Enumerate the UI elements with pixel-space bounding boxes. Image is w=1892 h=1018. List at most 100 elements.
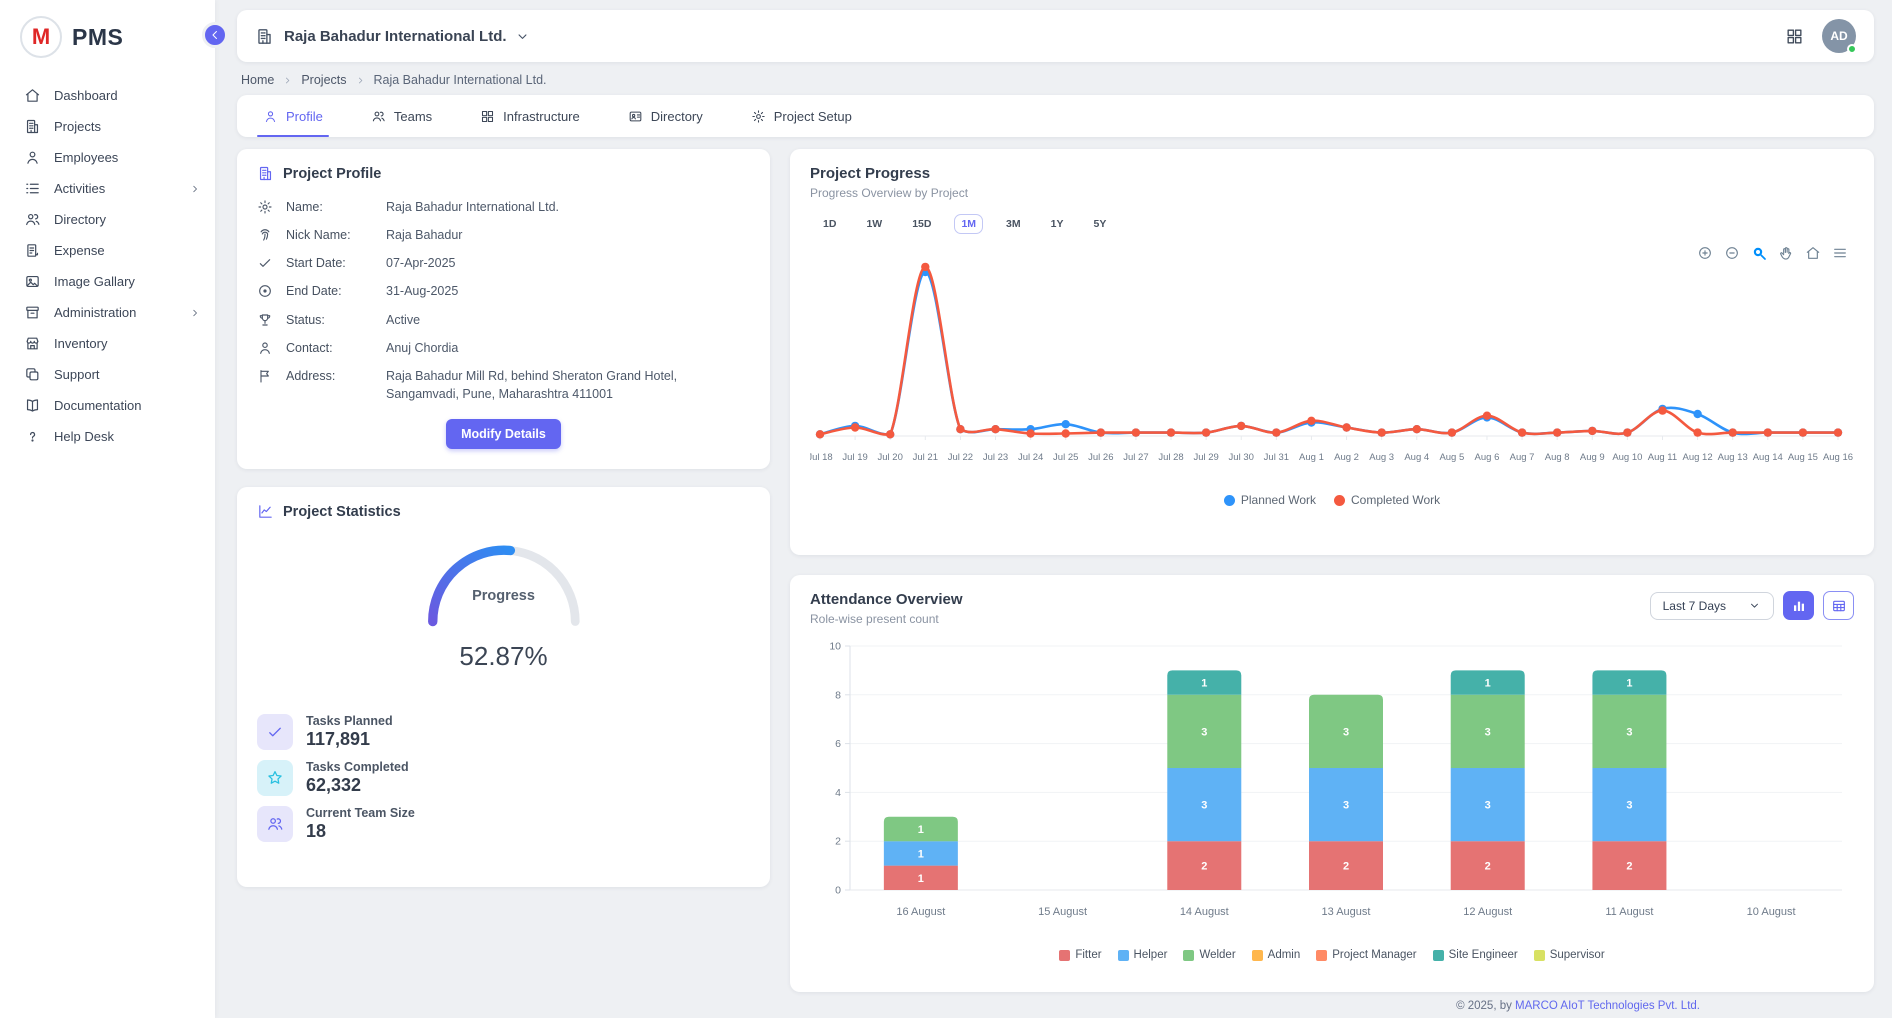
legend-marker: [1059, 950, 1070, 961]
gauge-label: Progress: [416, 588, 592, 604]
legend-label: Fitter: [1075, 949, 1101, 961]
sidebar-collapse-button[interactable]: [202, 22, 228, 48]
sidebar-item-inventory[interactable]: Inventory: [0, 328, 215, 359]
legend-completed-work[interactable]: Completed Work: [1334, 493, 1440, 507]
sidebar-nav: DashboardProjectsEmployees Activities Dire…: [0, 72, 215, 460]
apps-grid-icon[interactable]: [1785, 27, 1804, 46]
breadcrumb: Home Projects Raja Bahadur International L…: [237, 62, 1874, 95]
legend-planned-work[interactable]: Planned Work: [1224, 493, 1316, 507]
range-button-3m[interactable]: 3M: [999, 214, 1028, 234]
svg-text:Aug 11: Aug 11: [1648, 452, 1677, 463]
svg-text:Aug 16: Aug 16: [1823, 452, 1853, 463]
home-icon: [24, 87, 41, 104]
legend-project-manager[interactable]: Project Manager: [1316, 949, 1416, 961]
stat-value: 18: [306, 821, 415, 842]
svg-text:3: 3: [1485, 800, 1491, 812]
range-button-5y[interactable]: 5Y: [1086, 214, 1113, 234]
chevron-right-icon: [355, 75, 366, 86]
sidebar-item-support[interactable]: Support: [0, 359, 215, 390]
svg-text:Jul 20: Jul 20: [878, 452, 903, 463]
svg-text:3: 3: [1343, 800, 1349, 812]
profile-field-end-date: End Date:31-Aug-2025: [257, 282, 750, 300]
tab-label: Teams: [394, 109, 432, 124]
chevron-down-icon[interactable]: [515, 29, 530, 44]
gear-icon: [751, 109, 766, 124]
profile-field-address: Address:Raja Bahadur Mill Rd, behind She…: [257, 367, 750, 403]
legend-admin[interactable]: Admin: [1252, 949, 1301, 961]
legend-label: Admin: [1268, 949, 1301, 961]
zoom-in-icon[interactable]: [1697, 245, 1713, 261]
svg-text:Aug 10: Aug 10: [1612, 452, 1642, 463]
svg-text:2: 2: [1201, 861, 1207, 873]
tab-project-setup[interactable]: Project Setup: [751, 95, 852, 137]
app-logo-row: M PMS: [0, 0, 215, 72]
attendance-bar-chart: 024681016 August11115 August14 August233…: [810, 634, 1854, 940]
gauge-arc: [416, 534, 592, 634]
sidebar-item-label: Help Desk: [54, 429, 201, 444]
svg-text:10: 10: [829, 641, 841, 653]
tab-infrastructure[interactable]: Infrastructure: [480, 95, 580, 137]
check-icon: [257, 714, 293, 750]
chevron-right-icon: [189, 183, 201, 195]
table-view-toggle[interactable]: [1823, 591, 1854, 620]
svg-text:3: 3: [1626, 726, 1632, 738]
legend-helper[interactable]: Helper: [1118, 949, 1168, 961]
legend-fitter[interactable]: Fitter: [1059, 949, 1101, 961]
breadcrumb-home[interactable]: Home: [241, 73, 274, 87]
bar-view-toggle[interactable]: [1783, 591, 1814, 620]
svg-text:3: 3: [1201, 726, 1207, 738]
reset-zoom-icon[interactable]: [1805, 245, 1821, 261]
company-switcher-title[interactable]: Raja Bahadur International Ltd.: [284, 28, 507, 45]
sidebar-item-documentation[interactable]: Documentation: [0, 390, 215, 421]
svg-text:Jul 30: Jul 30: [1229, 452, 1254, 463]
top-header-bar: Raja Bahadur International Ltd. AD: [237, 10, 1874, 62]
range-button-1d[interactable]: 1D: [816, 214, 843, 234]
right-column: Project Progress Progress Overview by Pr…: [790, 149, 1874, 992]
svg-text:12 August: 12 August: [1463, 906, 1512, 918]
project-statistics-card: Project Statistics Progress 52.87% Tasks…: [237, 487, 770, 887]
copy-icon: [24, 366, 41, 383]
profile-field-contact: Contact:Anuj Chordia: [257, 339, 750, 357]
tab-profile[interactable]: Profile: [263, 95, 323, 137]
legend-site-engineer[interactable]: Site Engineer: [1433, 949, 1518, 961]
range-button-15d[interactable]: 15D: [905, 214, 938, 234]
sidebar-item-directory[interactable]: Directory: [0, 204, 215, 235]
svg-text:Jul 22: Jul 22: [948, 452, 973, 463]
modify-details-button[interactable]: Modify Details: [446, 419, 561, 449]
zoom-out-icon[interactable]: [1724, 245, 1740, 261]
breadcrumb-raja-bahadur-international-ltd-: Raja Bahadur International Ltd.: [374, 73, 547, 87]
table-grid-icon: [1831, 598, 1847, 614]
tab-directory[interactable]: Directory: [628, 95, 703, 137]
building-icon: [257, 165, 274, 182]
legend-supervisor[interactable]: Supervisor: [1534, 949, 1605, 961]
range-button-1y[interactable]: 1Y: [1044, 214, 1071, 234]
range-button-1m[interactable]: 1M: [954, 214, 983, 234]
sidebar-item-projects[interactable]: Projects: [0, 111, 215, 142]
stat-label: Tasks Completed: [306, 760, 409, 774]
svg-text:3: 3: [1201, 800, 1207, 812]
sidebar-item-label: Support: [54, 367, 201, 382]
profile-fields: Name:Raja Bahadur International Ltd.Nick…: [257, 198, 750, 403]
sidebar-item-dashboard[interactable]: Dashboard: [0, 80, 215, 111]
pan-icon[interactable]: [1778, 245, 1794, 261]
sidebar-item-label: Activities: [54, 181, 176, 196]
sidebar-item-image-gallary[interactable]: Image Gallary: [0, 266, 215, 297]
user-avatar[interactable]: AD: [1822, 19, 1856, 53]
range-button-1w[interactable]: 1W: [859, 214, 889, 234]
sidebar-item-help-desk[interactable]: Help Desk: [0, 421, 215, 452]
legend-welder[interactable]: Welder: [1183, 949, 1235, 961]
sidebar-item-label: Documentation: [54, 398, 201, 413]
date-range-select[interactable]: Last 7 Days: [1650, 592, 1774, 620]
sidebar-item-employees[interactable]: Employees: [0, 142, 215, 173]
selection-zoom-icon[interactable]: [1751, 245, 1767, 261]
sidebar-item-expense[interactable]: Expense: [0, 235, 215, 266]
chart-menu-icon[interactable]: [1832, 245, 1848, 261]
legend-marker: [1316, 950, 1327, 961]
tab-teams[interactable]: Teams: [371, 95, 432, 137]
breadcrumb-projects[interactable]: Projects: [301, 73, 346, 87]
sidebar-item-activities[interactable]: Activities: [0, 173, 215, 204]
svg-text:Jul 28: Jul 28: [1158, 452, 1183, 463]
company-link[interactable]: MARCO AIoT Technologies Pvt. Ltd.: [1515, 1000, 1700, 1012]
sidebar-item-administration[interactable]: Administration: [0, 297, 215, 328]
date-range-value: Last 7 Days: [1663, 599, 1726, 613]
